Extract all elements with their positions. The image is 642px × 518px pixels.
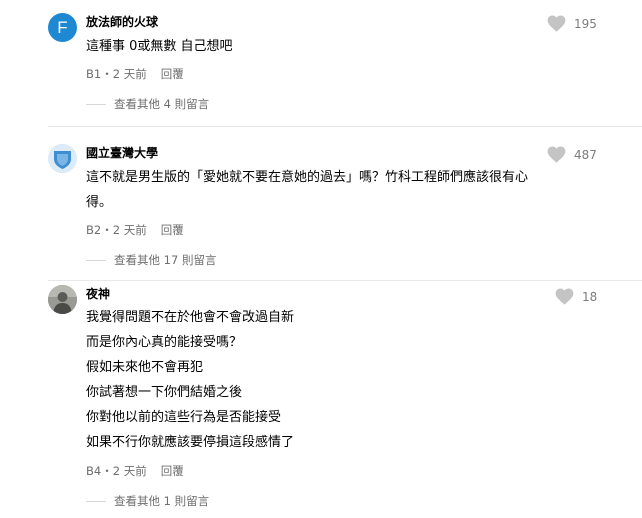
meta-separator: ・ (101, 464, 113, 478)
author-name[interactable]: 夜神 (86, 286, 110, 302)
author-name[interactable]: 國立臺灣大學 (86, 145, 158, 161)
reply-button[interactable]: 回覆 (161, 67, 184, 81)
view-more-label: 查看其他 17 則留言 (114, 253, 217, 267)
comment-meta: B1・2 天前 回覆 (86, 66, 184, 82)
divider (48, 280, 642, 281)
comment-line: 這不就是男生版的「愛她就不要在意她的過去」嗎？竹科工程師們應該很有心 (86, 170, 529, 185)
like-count: 18 (582, 289, 598, 304)
comment-line: 而是你內心真的能接受嗎？ (86, 335, 243, 350)
author-name[interactable]: 放法師的火球 (86, 14, 158, 30)
comment-line: 假如未來他不會再犯 (86, 360, 204, 375)
timestamp: 2 天前 (112, 223, 147, 237)
school-emblem-icon (48, 144, 77, 173)
divider (48, 126, 642, 127)
like-button[interactable]: 195 (547, 15, 597, 32)
reply-button[interactable]: 回覆 (161, 223, 184, 237)
like-count: 487 (574, 147, 597, 162)
comment-text: 我覺得問題不在於他會不會改過自新 而是你內心真的能接受嗎？ 假如未來他不會再犯 … (86, 305, 586, 455)
like-button[interactable]: 18 (555, 288, 597, 305)
user-photo-icon (48, 285, 77, 314)
comment-meta: B2・2 天前 回覆 (86, 222, 184, 238)
avatar[interactable]: F (48, 13, 77, 42)
meta-separator: ・ (101, 223, 113, 237)
timestamp: 2 天前 (112, 464, 147, 478)
reply-button[interactable]: 回覆 (161, 464, 184, 478)
more-line (86, 259, 106, 261)
avatar[interactable] (48, 144, 77, 173)
heart-icon (547, 146, 566, 163)
comment-text: 這種事 0或無數 自己想吧 (86, 34, 586, 59)
comment-line: 你試著想一下你們結婚之後 (86, 385, 243, 400)
heart-icon (555, 288, 574, 305)
avatar[interactable] (48, 285, 77, 314)
view-more-label: 查看其他 1 則留言 (114, 494, 210, 508)
comment-text: 這不就是男生版的「愛她就不要在意她的過去」嗎？竹科工程師們應該很有心 得。 (86, 165, 586, 215)
view-more-label: 查看其他 4 則留言 (114, 97, 210, 111)
comment-line: 我覺得問題不在於他會不會改過自新 (86, 310, 295, 325)
timestamp: 2 天前 (112, 67, 147, 81)
more-line (86, 103, 106, 105)
comment-line: 你對他以前的這些行為是否能接受 (86, 410, 282, 425)
like-count: 195 (574, 16, 597, 31)
floor-number: B2 (86, 223, 102, 237)
floor-number: B1 (86, 67, 102, 81)
comment-line: 這種事 0或無數 自己想吧 (86, 39, 233, 54)
more-line (86, 500, 106, 502)
comment-line: 如果不行你就應該要停損這段感情了 (86, 435, 295, 450)
view-more-replies[interactable]: 查看其他 4 則留言 (86, 96, 209, 112)
comment-meta: B4・2 天前 回覆 (86, 463, 184, 479)
view-more-replies[interactable]: 查看其他 1 則留言 (86, 493, 209, 509)
meta-separator: ・ (101, 67, 113, 81)
like-button[interactable]: 487 (547, 146, 597, 163)
heart-icon (547, 15, 566, 32)
view-more-replies[interactable]: 查看其他 17 則留言 (86, 252, 216, 268)
comment-line: 得。 (86, 195, 113, 210)
floor-number: B4 (86, 464, 102, 478)
avatar-letter: F (57, 18, 68, 37)
